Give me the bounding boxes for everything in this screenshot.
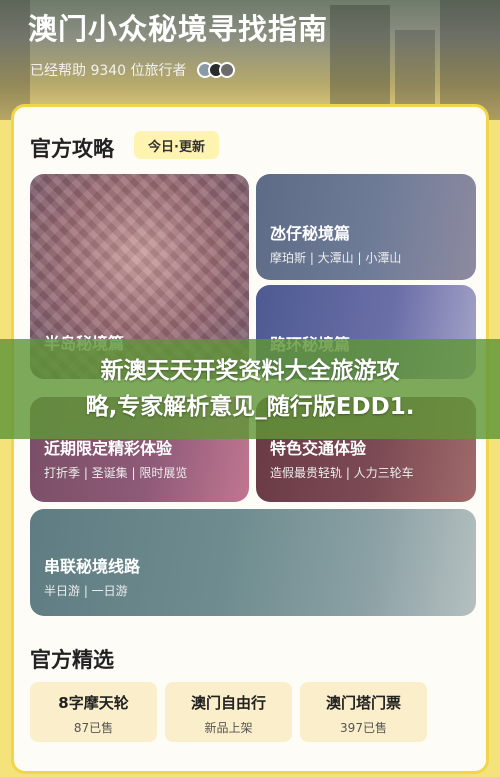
main-card: 官方攻略 今日·更新 半岛秘境篇 氹仔秘境篇 摩珀斯 | 大潭山 | 小潭山 路…	[11, 104, 489, 774]
banner-line-1: 新澳天天开奖资料大全旅游攻	[100, 358, 400, 384]
tile-taipa[interactable]: 氹仔秘境篇 摩珀斯 | 大潭山 | 小潭山	[256, 174, 476, 280]
official-guide-title: 官方攻略	[30, 137, 114, 161]
tile-title: 氹仔秘境篇	[270, 224, 351, 243]
page-title: 澳门小众秘境寻找指南	[28, 12, 329, 46]
header-hero: 澳门小众秘境寻找指南 已经帮助 9340 位旅行者	[0, 0, 500, 120]
product-info: 87已售	[73, 721, 114, 735]
product-name: 澳门自由行	[190, 694, 266, 712]
helped-text: 已经帮助 9340 位旅行者	[30, 63, 187, 79]
overlay-banner: 新澳天天开奖资料大全旅游攻 略,专家解析意见_随行版EDD1.	[0, 339, 500, 439]
product-card[interactable]: 澳门塔门票 397已售	[300, 682, 427, 742]
product-info: 397已售	[340, 721, 387, 735]
avatar-group	[196, 62, 235, 78]
update-badge: 今日·更新	[134, 131, 219, 159]
building-shape	[440, 0, 500, 120]
avatar	[218, 62, 235, 78]
product-card[interactable]: 8字摩天轮 87已售	[30, 682, 157, 742]
tile-subtitle: 半日游 | 一日游	[44, 584, 128, 598]
helped-count: 已经帮助 9340 位旅行者	[30, 60, 235, 80]
tile-route[interactable]: 串联秘境线路 半日游 | 一日游	[30, 509, 476, 616]
product-info: 新品上架	[204, 721, 253, 735]
product-name: 澳门塔门票	[325, 694, 401, 712]
tile-subtitle: 打折季 | 圣诞集 | 限时展览	[44, 466, 188, 480]
tile-subtitle: 摩珀斯 | 大潭山 | 小潭山	[270, 251, 402, 265]
product-name: 8字摩天轮	[58, 694, 129, 712]
tile-subtitle: 造假最贵轻轨 | 人力三轮车	[270, 466, 414, 480]
official-picks-title: 官方精选	[30, 648, 114, 672]
banner-line-2: 略,专家解析意见_随行版EDD1.	[85, 394, 415, 420]
product-card[interactable]: 澳门自由行 新品上架	[165, 682, 292, 742]
building-shape	[330, 5, 390, 120]
building-shape	[0, 0, 30, 120]
tile-title: 串联秘境线路	[44, 557, 141, 576]
